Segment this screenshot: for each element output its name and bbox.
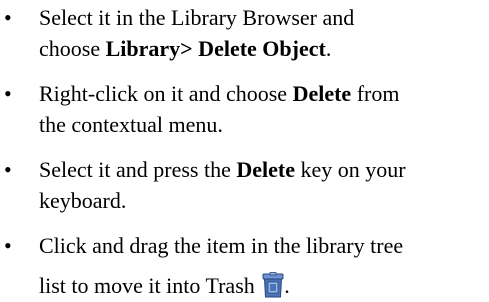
bullet-point: • — [4, 5, 12, 30]
item-text: . — [284, 273, 290, 298]
item-text: keyboard. — [39, 188, 127, 213]
item-text: Select it and press the — [39, 157, 237, 182]
key-name: Delete — [236, 157, 295, 182]
bullet-point: • — [4, 157, 12, 182]
item-text: Right-click on it and choose — [39, 81, 293, 106]
list-item-text: Right-click on it and choose Delete from… — [39, 78, 489, 140]
command-name: Delete — [292, 81, 352, 106]
item-text: key on your — [294, 157, 406, 182]
item-text: from — [351, 81, 400, 106]
item-text: Select it in the Library Browser and — [39, 5, 355, 30]
trash-icon — [262, 272, 284, 298]
item-text: the contextual menu. — [39, 112, 223, 137]
item-text: . — [325, 36, 332, 61]
list-item-text: Select it and press the Delete key on yo… — [39, 154, 489, 216]
list-item-text: Select it in the Library Browser and cho… — [39, 2, 489, 64]
menu-path: Library> Delete Object — [105, 36, 326, 61]
item-text: Click and drag the item in the library t… — [39, 233, 404, 258]
bullet-point: • — [4, 233, 12, 258]
item-text: list to move it into Trash — [39, 273, 261, 298]
bullet-point: • — [4, 81, 12, 106]
item-text: choose — [39, 36, 106, 61]
list-item-text: Click and drag the item in the library t… — [39, 230, 489, 301]
